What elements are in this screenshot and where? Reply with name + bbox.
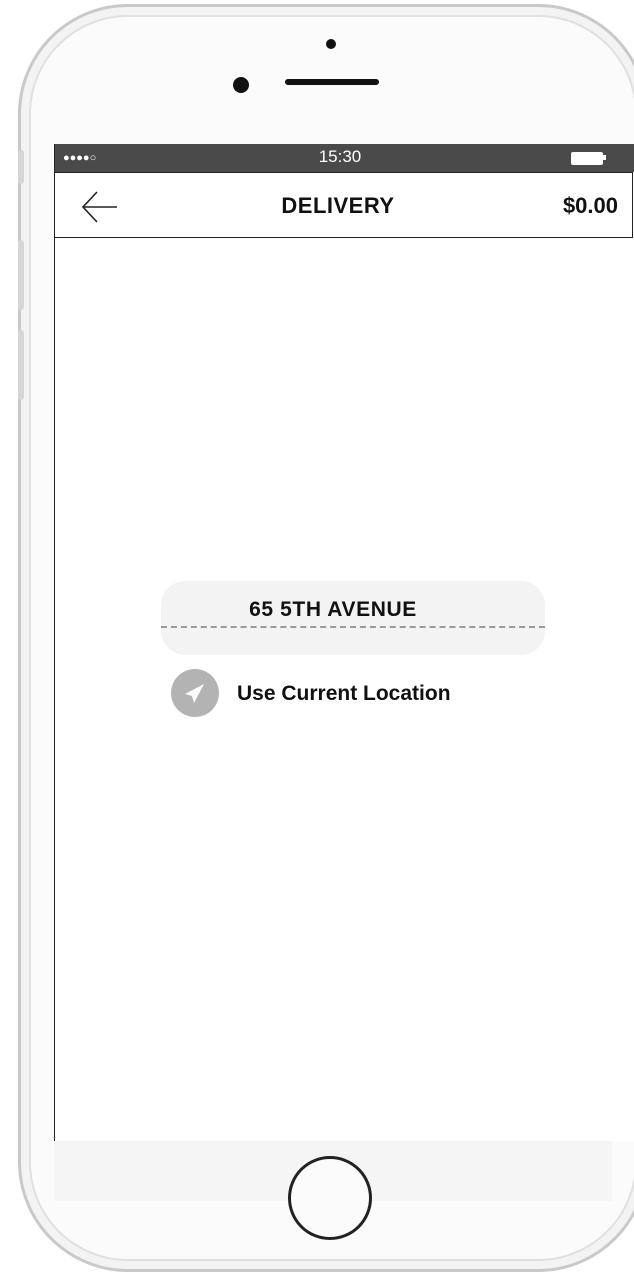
screen: ●●●●○ 15:30 DELIVERY $0.00 65 5TH AVENUE… xyxy=(54,144,634,1141)
status-time: 15:30 xyxy=(318,147,362,166)
address-input[interactable]: 65 5TH AVENUE xyxy=(161,581,545,655)
side-button-volume-up xyxy=(18,240,24,310)
use-current-location-button[interactable]: Use Current Location xyxy=(171,666,491,717)
order-total: $0.00 xyxy=(562,193,618,218)
proximity-sensor xyxy=(326,39,336,49)
address-underline xyxy=(161,626,545,628)
home-button[interactable] xyxy=(288,1156,372,1240)
front-camera xyxy=(233,77,249,93)
battery-icon xyxy=(571,152,603,165)
battery-tip xyxy=(603,155,606,160)
navigation-arrow-icon xyxy=(171,669,219,717)
navigation-bar: DELIVERY $0.00 xyxy=(55,172,633,238)
page-title: DELIVERY xyxy=(281,193,395,218)
side-button-mute xyxy=(18,150,24,184)
earpiece-speaker xyxy=(285,79,379,85)
address-value: 65 5TH AVENUE xyxy=(249,598,417,621)
status-bar: ●●●●○ 15:30 xyxy=(55,144,634,172)
side-button-volume-down xyxy=(18,330,24,400)
use-current-location-label: Use Current Location xyxy=(237,682,451,705)
